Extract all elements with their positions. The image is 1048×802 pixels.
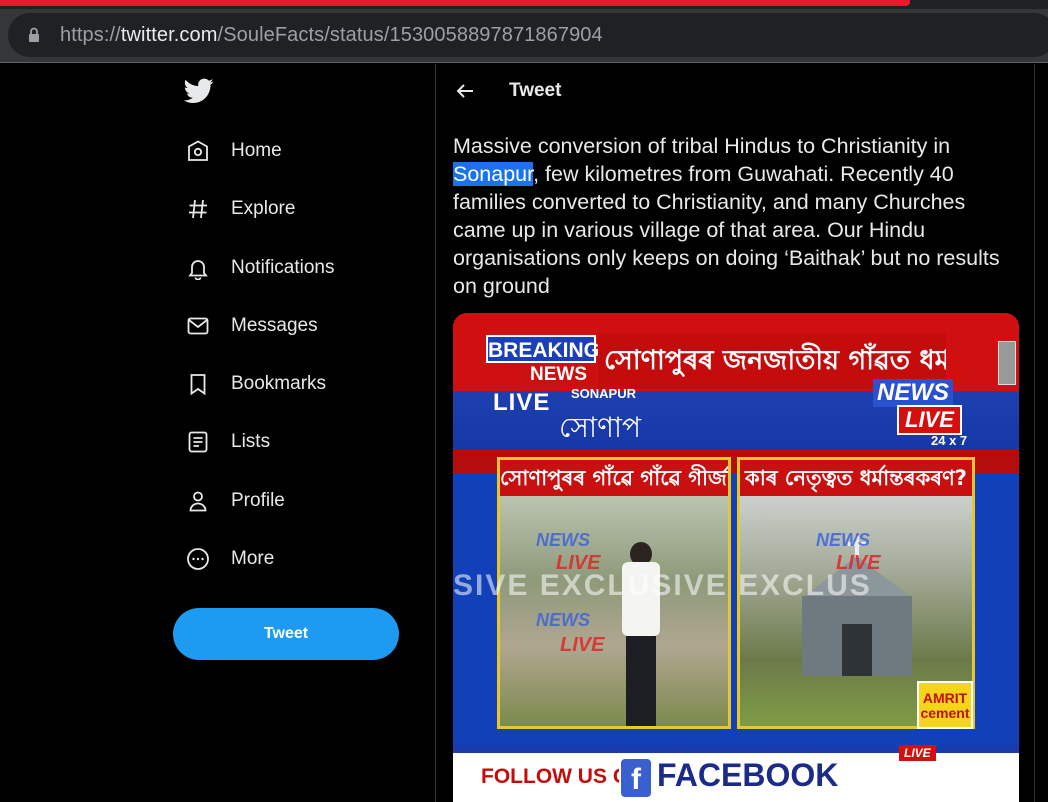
home-icon xyxy=(176,129,220,173)
channel-logo-live: LIVE xyxy=(897,405,962,435)
nav-profile-label: Profile xyxy=(231,490,285,511)
list-icon xyxy=(176,420,220,464)
more-circle-icon xyxy=(176,537,220,581)
nav-messages-label: Messages xyxy=(231,315,318,336)
channel-logo-news: NEWS xyxy=(873,379,953,407)
active-tab-indicator[interactable] xyxy=(0,0,910,6)
watermark-news: NEWS xyxy=(536,610,590,630)
person-icon xyxy=(176,479,220,523)
channel-logo-24x7: 24 x 7 xyxy=(931,433,968,448)
envelope-icon xyxy=(176,304,220,348)
media-bottom-banner: LIVE FOLLOW US ON f FACEBOOK xyxy=(453,745,1019,802)
tweet-button[interactable]: Tweet xyxy=(173,608,399,660)
nav-more-label: More xyxy=(231,548,275,569)
nav-profile[interactable]: Profile xyxy=(176,479,285,523)
page-title: Tweet xyxy=(509,80,562,101)
watermark-live: LIVE xyxy=(560,634,605,656)
facebook-text: FACEBOOK xyxy=(657,757,839,793)
sponsor-line1: AMRIT xyxy=(922,690,968,706)
sponsor-line2: cement xyxy=(920,705,970,721)
bookmark-icon xyxy=(176,362,220,406)
media-location-local: সোণাপ xyxy=(559,411,642,444)
media-side-graphic xyxy=(998,341,1016,385)
watermark-news: NEWS xyxy=(816,530,870,550)
tweet-text-part: , few kilometres from Guwahati. Recently… xyxy=(453,162,1000,298)
nav-home-label: Home xyxy=(231,140,282,161)
bell-icon xyxy=(176,246,220,290)
sponsor-logo: AMRIT cement xyxy=(917,681,973,729)
nav-notifications-label: Notifications xyxy=(231,257,335,278)
selected-text-highlight[interactable]: Sonapur xyxy=(453,162,534,186)
browser-tab-strip xyxy=(0,0,1048,9)
sidebar: Home Explore Notifications Messages Book… xyxy=(0,64,436,802)
panel-right-caption: কাৰ নেতৃত্বত ধৰ্মান্তৰকৰণ? xyxy=(740,460,972,496)
nav-messages[interactable]: Messages xyxy=(176,304,318,348)
nav-home[interactable]: Home xyxy=(176,129,282,173)
tweet-text: Massive conversion of tribal Hindus to C… xyxy=(453,132,1023,300)
person-figure xyxy=(618,538,664,726)
exclusive-watermark: SIVE EXCLUSIVE EXCLUS xyxy=(453,569,872,602)
back-arrow-icon[interactable] xyxy=(439,64,491,118)
media-live-label: LIVE xyxy=(493,389,551,416)
facebook-icon: f xyxy=(619,757,653,799)
lock-icon[interactable] xyxy=(28,26,42,44)
address-bar[interactable]: https://twitter.com/SouleFacts/status/15… xyxy=(8,13,1048,57)
tweet-media-image[interactable]: BREAKING NEWS সোণাপুৰৰ জনজাতীয় গাঁৱত ধৰ… xyxy=(453,313,1019,802)
nav-explore[interactable]: Explore xyxy=(176,187,295,231)
tweet-header: Tweet xyxy=(437,64,1035,118)
main-column: Tweet Massive conversion of tribal Hindu… xyxy=(437,64,1035,802)
browser-toolbar: https://twitter.com/SouleFacts/status/15… xyxy=(0,9,1048,63)
breaking-label: BREAKING xyxy=(486,335,600,363)
bottom-live-label: LIVE xyxy=(899,745,936,761)
watermark-news: NEWS xyxy=(536,530,590,550)
nav-bookmarks-label: Bookmarks xyxy=(231,373,327,394)
url-text[interactable]: https://twitter.com/SouleFacts/status/15… xyxy=(60,24,603,47)
breaking-news-badge: BREAKING NEWS xyxy=(486,335,600,387)
media-location: SONAPUR xyxy=(571,386,637,401)
twitter-bird-icon[interactable] xyxy=(183,78,214,104)
panel-left-caption: সোণাপুৰৰ গাঁৱে গাঁৱে গীৰ্জাঘৰ xyxy=(500,460,728,496)
nav-lists[interactable]: Lists xyxy=(176,420,270,464)
news-label: NEWS xyxy=(521,363,596,387)
nav-notifications[interactable]: Notifications xyxy=(176,246,335,290)
hashtag-icon xyxy=(176,187,220,231)
nav-bookmarks[interactable]: Bookmarks xyxy=(176,362,326,406)
nav-lists-label: Lists xyxy=(231,431,271,452)
nav-explore-label: Explore xyxy=(231,198,296,219)
channel-logo: NEWS LIVE 24 x 7 xyxy=(873,379,983,459)
tweet-text-part: Massive conversion of tribal Hindus to C… xyxy=(453,134,951,158)
nav-more[interactable]: More xyxy=(176,537,274,581)
